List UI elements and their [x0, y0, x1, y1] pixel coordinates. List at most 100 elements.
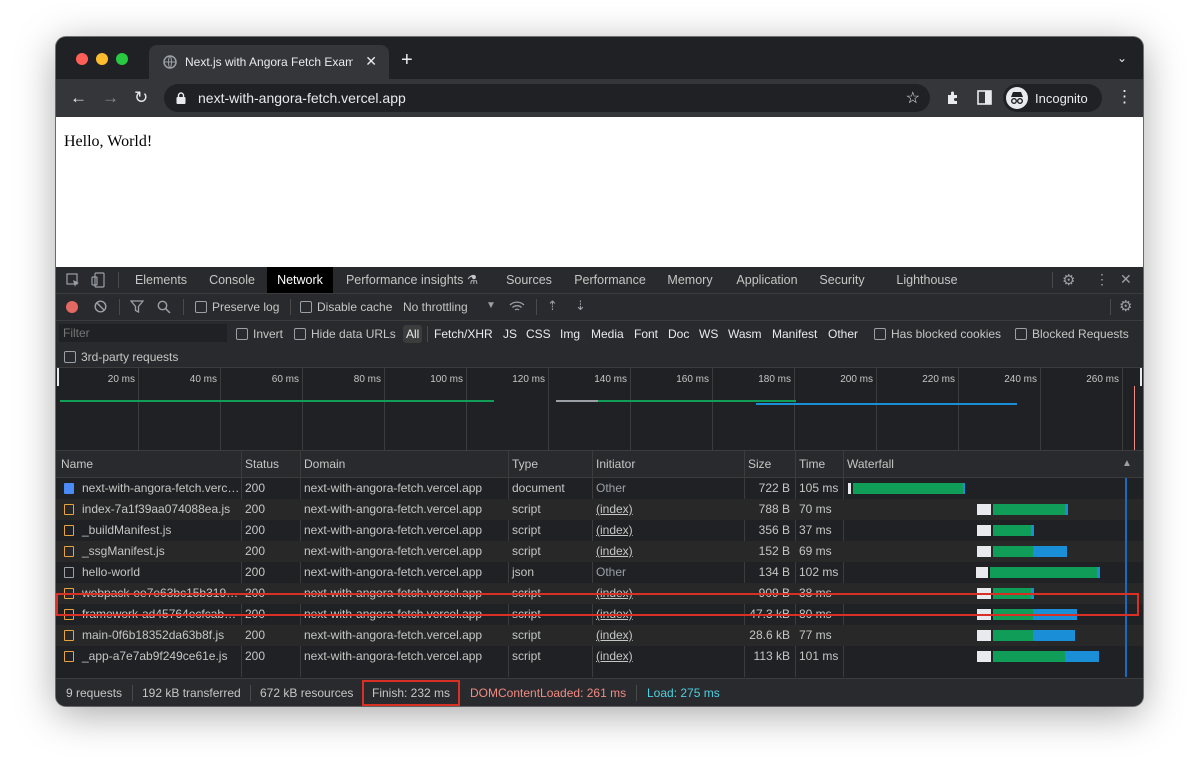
request-time: 70 ms — [799, 502, 832, 516]
hide-data-urls-checkbox[interactable] — [294, 328, 306, 340]
filter-type-fetch-xhr[interactable]: Fetch/XHR — [434, 327, 493, 341]
filter-type-font[interactable]: Font — [634, 327, 658, 341]
network-controls: Preserve log Disable cache No throttling… — [56, 294, 1143, 321]
filter-type-wasm[interactable]: Wasm — [728, 327, 762, 341]
dcl-marker — [1134, 386, 1135, 450]
filter-type-ws[interactable]: WS — [699, 327, 718, 341]
tab-application[interactable]: Application — [728, 267, 806, 293]
preserve-log-checkbox[interactable] — [195, 301, 207, 313]
request-initiator-link[interactable]: (index) — [592, 646, 736, 667]
table-row-selected[interactable]: hello-world 200 next-with-angora-fetch.v… — [56, 562, 1143, 583]
inspect-element-icon[interactable] — [66, 273, 80, 287]
request-initiator-link[interactable]: (index) — [592, 520, 736, 541]
tab-sources[interactable]: Sources — [499, 267, 559, 293]
extensions-puzzle-icon[interactable] — [945, 90, 961, 106]
tab-performance-insights[interactable]: Performance insights ⚗ — [339, 267, 485, 293]
col-name[interactable]: Name — [57, 451, 241, 477]
tab-performance[interactable]: Performance — [568, 267, 652, 293]
forward-arrow-icon[interactable]: → — [102, 88, 119, 108]
tab-elements[interactable]: Elements — [128, 267, 194, 293]
device-toolbar-icon[interactable] — [91, 272, 105, 288]
waterfall-queue — [848, 483, 851, 494]
tab-memory[interactable]: Memory — [660, 267, 720, 293]
invert-checkbox[interactable] — [236, 328, 248, 340]
bookmark-star-icon[interactable]: ☆ — [906, 88, 920, 108]
waterfall-queue — [977, 504, 991, 515]
table-row[interactable]: _buildManifest.js 200 next-with-angora-f… — [56, 520, 1143, 541]
blocked-cookies-checkbox[interactable] — [874, 328, 886, 340]
tab-lighthouse[interactable]: Lighthouse — [890, 267, 964, 293]
browser-tab[interactable]: Next.js with Angora Fetch Example ✕ — [149, 45, 389, 79]
new-tab-button[interactable]: + — [401, 50, 413, 70]
network-conditions-wifi-icon[interactable] — [509, 300, 525, 314]
filter-type-manifest[interactable]: Manifest — [772, 327, 817, 341]
col-waterfall[interactable]: Waterfall — [843, 451, 947, 477]
sort-arrow-icon[interactable]: ▲ — [1122, 458, 1132, 469]
third-party-checkbox[interactable] — [64, 351, 76, 363]
close-tab-icon[interactable]: ✕ — [365, 53, 377, 70]
request-time: 69 ms — [799, 544, 832, 558]
incognito-profile-button[interactable]: Incognito — [1003, 84, 1102, 112]
filter-type-media[interactable]: Media — [591, 327, 624, 341]
filter-funnel-icon[interactable] — [130, 300, 144, 313]
reload-icon[interactable]: ↻ — [134, 88, 148, 108]
col-status[interactable]: Status — [241, 451, 295, 477]
grid-line — [712, 368, 713, 450]
preserve-log-label: Preserve log — [212, 300, 280, 314]
resources-size: 672 kB resources — [260, 686, 354, 700]
waterfall-waiting — [993, 546, 1033, 557]
filter-type-doc[interactable]: Doc — [668, 327, 689, 341]
request-size: 722 B — [758, 481, 790, 495]
disable-cache-checkbox[interactable] — [300, 301, 312, 313]
devtools-menu-icon[interactable]: ⋮ — [1095, 271, 1109, 288]
request-initiator-link[interactable]: (index) — [592, 541, 736, 562]
settings-gear-icon[interactable]: ⚙ — [1062, 271, 1075, 289]
overview-right-handle[interactable] — [1140, 368, 1142, 386]
tab-network[interactable]: Network — [267, 267, 333, 293]
filter-type-all[interactable]: All — [403, 325, 423, 343]
tab-console[interactable]: Console — [202, 267, 262, 293]
overview-left-handle[interactable] — [57, 368, 59, 386]
clear-icon[interactable] — [94, 300, 107, 313]
table-row[interactable]: _app-a7e7ab9f249ce61e.js 200 next-with-a… — [56, 646, 1143, 667]
table-row[interactable]: next-with-angora-fetch.vercel.app 200 ne… — [56, 478, 1143, 499]
minimize-window-button[interactable] — [96, 53, 108, 65]
filter-type-other[interactable]: Other — [828, 327, 858, 341]
table-row[interactable]: main-0f6b18352da63b8f.js 200 next-with-a… — [56, 625, 1143, 646]
document-file-icon — [64, 483, 74, 494]
table-row[interactable]: index-7a1f39aa074088ea.js 200 next-with-… — [56, 499, 1143, 520]
request-name: _buildManifest.js — [82, 523, 172, 537]
network-settings-gear-icon[interactable]: ⚙ — [1119, 297, 1132, 315]
table-row[interactable]: _ssgManifest.js 200 next-with-angora-fet… — [56, 541, 1143, 562]
browser-menu-icon[interactable]: ⋮ — [1116, 87, 1133, 107]
close-devtools-icon[interactable]: ✕ — [1120, 271, 1132, 288]
col-initiator[interactable]: Initiator — [592, 451, 736, 477]
waterfall-waiting — [990, 567, 1097, 578]
col-type[interactable]: Type — [508, 451, 582, 477]
record-icon[interactable] — [66, 301, 78, 313]
throttling-select[interactable]: No throttling — [403, 300, 468, 314]
export-har-icon[interactable]: ⇣ — [575, 298, 586, 314]
tab-search-chevron-icon[interactable]: ⌄ — [1117, 51, 1127, 65]
waterfall-download — [1033, 630, 1075, 641]
back-arrow-icon[interactable]: ← — [70, 88, 87, 108]
request-initiator-link[interactable]: (index) — [592, 625, 736, 646]
filter-type-css[interactable]: CSS — [526, 327, 551, 341]
dropdown-arrow-icon[interactable]: ▼ — [486, 300, 496, 311]
maximize-window-button[interactable] — [116, 53, 128, 65]
col-time[interactable]: Time — [795, 451, 839, 477]
close-window-button[interactable] — [76, 53, 88, 65]
request-initiator-link[interactable]: (index) — [592, 499, 736, 520]
filter-type-js[interactable]: JS — [503, 327, 517, 341]
col-size[interactable]: Size — [744, 451, 788, 477]
filter-type-img[interactable]: Img — [560, 327, 580, 341]
waterfall-waiting — [993, 525, 1031, 536]
import-har-icon[interactable]: ⇡ — [547, 298, 558, 314]
side-panel-icon[interactable] — [977, 90, 992, 105]
blocked-requests-checkbox[interactable] — [1015, 328, 1027, 340]
search-icon[interactable] — [157, 300, 171, 314]
address-bar[interactable]: next-with-angora-fetch.vercel.app ☆ — [164, 84, 930, 112]
tab-security[interactable]: Security — [814, 267, 870, 293]
col-domain[interactable]: Domain — [300, 451, 504, 477]
filter-input[interactable] — [59, 324, 227, 342]
